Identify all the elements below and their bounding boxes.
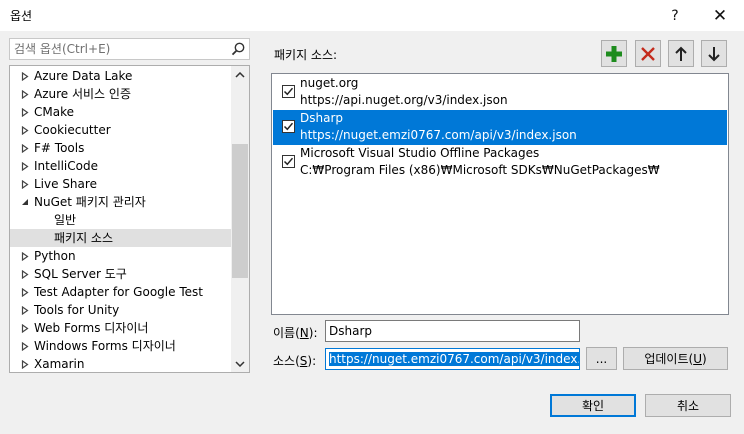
checkmark-icon [283,157,294,166]
scroll-up-icon[interactable] [231,66,249,83]
help-button[interactable]: ? [655,0,695,31]
tree-item-label: Tools for Unity [34,303,120,317]
tree-item[interactable]: Xamarin [10,355,232,372]
package-sources-label: 패키지 소스: [274,48,338,62]
tree-item[interactable]: Test Adapter for Google Test [10,283,232,301]
tree-item-label: Windows Forms 디자이너 [34,339,176,353]
name-label: 이름(N): [273,326,318,340]
collapsed-arrow-icon[interactable] [20,319,30,337]
browse-button[interactable]: ... [586,347,617,370]
name-input[interactable] [325,320,580,342]
source-label: 소스(S): [273,354,317,368]
tree-item[interactable]: CMake [10,103,232,121]
tree-item[interactable]: Windows Forms 디자이너 [10,337,232,355]
collapsed-arrow-icon[interactable] [20,139,30,157]
package-source-item[interactable]: Dsharp https://nuget.emzi0767.com/api/v3/… [273,110,727,145]
source-name: nuget.org [300,76,359,90]
tree-item[interactable]: Python [10,247,232,265]
collapsed-arrow-icon[interactable] [20,103,30,121]
tree-item[interactable]: Azure Data Lake [10,67,232,85]
collapsed-arrow-icon[interactable] [20,175,30,193]
package-source-item[interactable]: nuget.org https://api.nuget.org/v3/index.… [273,75,727,110]
package-source-list: nuget.org https://api.nuget.org/v3/index.… [271,73,729,315]
tree-item[interactable]: 일반 [10,211,232,229]
tree-item[interactable]: 패키지 소스 [10,229,232,247]
title-bar: 옵션 ? ✕ [0,0,744,31]
tree-item-label: CMake [34,105,74,119]
tree-item[interactable]: SQL Server 도구 [10,265,232,283]
collapsed-arrow-icon[interactable] [20,85,30,103]
add-source-button[interactable] [601,40,627,67]
tree-item-label: Test Adapter for Google Test [34,285,203,299]
scroll-down-icon[interactable] [231,355,249,372]
tree-item[interactable]: Tools for Unity [10,301,232,319]
expanded-arrow-icon[interactable] [20,193,30,211]
tree-item-label: NuGet 패키지 관리자 [34,195,146,209]
source-name: Dsharp [300,111,344,125]
source-url: https://api.nuget.org/v3/index.json [300,93,508,107]
window-title: 옵션 [10,9,33,23]
plus-icon [606,45,622,62]
update-button[interactable]: 업데이트(U) [623,347,728,370]
source-input-value: https://nuget.emzi0767.com/api/v3/index.… [329,352,579,366]
tree-item[interactable]: F# Tools [10,139,232,157]
scroll-thumb[interactable] [232,144,248,278]
options-tree: Azure Data Lake Azure 서비스 인증 CMake Cookiecu… [9,65,250,373]
tree-item-label: 일반 [54,213,77,227]
search-icon[interactable] [230,41,246,57]
search-box [9,38,250,60]
tree-item[interactable]: Azure 서비스 인증 [10,85,232,103]
source-enabled-checkbox[interactable] [282,155,295,168]
tree-scrollbar[interactable] [231,66,249,372]
collapsed-arrow-icon[interactable] [20,265,30,283]
collapsed-arrow-icon[interactable] [20,301,30,319]
collapsed-arrow-icon[interactable] [20,337,30,355]
tree-item-label: Web Forms 디자이너 [34,321,149,335]
tree-item-label: 패키지 소스 [54,231,114,245]
tree-item[interactable]: Web Forms 디자이너 [10,319,232,337]
tree-item-label: Azure 서비스 인증 [34,87,131,101]
move-up-button[interactable] [668,40,694,67]
source-enabled-checkbox[interactable] [282,85,295,98]
collapsed-arrow-icon[interactable] [20,67,30,85]
arrow-down-icon [708,46,720,61]
remove-source-button[interactable] [635,40,661,67]
tree-item-label: IntelliCode [34,159,98,173]
tree-item-label: Azure Data Lake [34,69,133,83]
tree-item[interactable]: Cookiecutter [10,121,232,139]
cancel-button[interactable]: 취소 [645,394,731,417]
arrow-up-icon [675,46,687,61]
collapsed-arrow-icon[interactable] [20,121,30,139]
checkmark-icon [283,87,294,96]
search-input[interactable] [10,39,230,59]
package-source-item[interactable]: Microsoft Visual Studio Offline Packages… [273,145,727,180]
tree-item[interactable]: IntelliCode [10,157,232,175]
ok-button[interactable]: 확인 [550,394,636,417]
collapsed-arrow-icon[interactable] [20,157,30,175]
checkmark-icon [283,122,294,131]
source-input[interactable]: https://nuget.emzi0767.com/api/v3/index.… [325,348,580,370]
close-button[interactable]: ✕ [700,0,740,31]
collapsed-arrow-icon[interactable] [20,283,30,301]
tree-item-label: F# Tools [34,141,85,155]
collapsed-arrow-icon[interactable] [20,355,30,372]
tree-item-label: Python [34,249,76,263]
source-name: Microsoft Visual Studio Offline Packages [300,146,540,160]
delete-x-icon [641,46,655,61]
source-enabled-checkbox[interactable] [282,120,295,133]
tree-item-label: Xamarin [34,357,85,371]
tree-item-label: Live Share [34,177,97,191]
tree-item[interactable]: Live Share [10,175,232,193]
source-url: C:₩Program Files (x86)₩Microsoft SDKs₩Nu… [300,163,660,177]
tree-item-label: Cookiecutter [34,123,111,137]
collapsed-arrow-icon[interactable] [20,247,30,265]
tree-item[interactable]: NuGet 패키지 관리자 [10,193,232,211]
source-url: https://nuget.emzi0767.com/api/v3/index.… [300,128,577,142]
move-down-button[interactable] [701,40,727,67]
tree-item-label: SQL Server 도구 [34,267,127,281]
